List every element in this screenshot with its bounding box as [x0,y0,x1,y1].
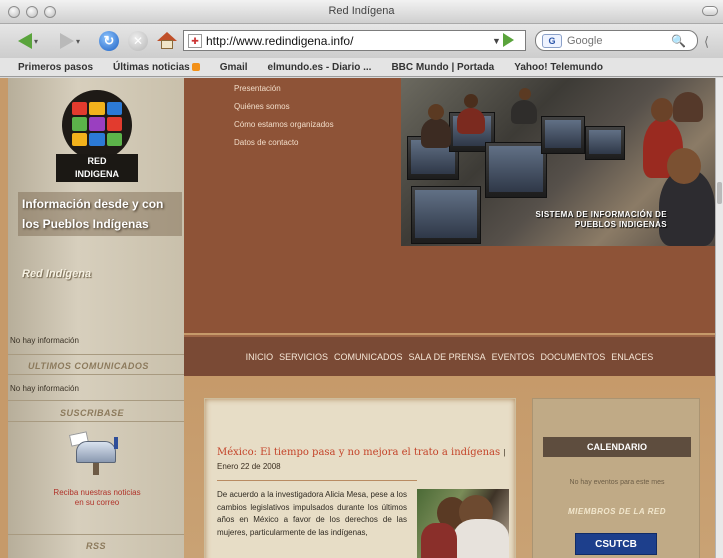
url-history-dropdown-icon[interactable]: ▼ [492,36,501,46]
calendar-heading: CALENDARIO [543,437,691,457]
person-head [519,88,531,100]
back-arrow-icon [17,33,32,49]
nav-item-documentos[interactable]: DOCUMENTOS [540,352,605,362]
back-button[interactable]: ▾ [10,31,46,51]
stop-icon: ✕ [128,31,148,51]
site-name: Red Indígena [22,268,92,280]
nav-item-sala-de-prensa[interactable]: SALA DE PRENSA [409,352,486,362]
navigation-toolbar: ▾ ▾ ↻ ✕ ✚ ▼ G 🔍 ⟨ [0,24,723,58]
person [673,92,703,122]
forward-arrow-icon [59,33,74,49]
chevron-down-icon: ▾ [33,36,38,46]
site-tagline: Información desde y con los Pueblos Indí… [18,192,182,236]
bookmarks-bar: Primeros pasos Últimas noticias Gmail el… [0,58,723,77]
search-icon[interactable]: 🔍 [671,34,686,48]
bookmark-label: Últimas noticias [113,61,190,73]
window-title: Red Indígena [328,5,395,17]
site-favicon-icon: ✚ [188,33,202,48]
no-info-text: No hay información [10,384,79,393]
banner-caption: SISTEMA DE INFORMACIÓN DE PUEBLOS INDIGE… [535,210,667,229]
logo-mosaic [72,102,122,146]
bookmark-item[interactable]: Gmail [220,62,248,73]
bookmark-item[interactable]: Últimas noticias [113,62,200,73]
bookmark-item[interactable]: Yahoo! Telemundo [514,62,603,73]
menu-item-quienes-somos[interactable]: Quiénes somos [234,102,290,111]
news-date: Enero 22 de 2008 [217,462,281,471]
divider [8,421,184,422]
search-bar[interactable]: G 🔍 [535,30,698,51]
news-photo[interactable] [417,489,509,558]
nav-item-eventos[interactable]: EVENTOS [492,352,535,362]
divider [217,480,417,481]
reload-icon: ↻ [99,31,119,51]
news-headline[interactable]: México: El tiempo pasa y no mejora el tr… [217,446,509,474]
subscribe-heading: SUSCRIBASE [60,408,125,418]
calendar-note: No hay eventos para este mes [569,479,665,486]
subscribe-link[interactable]: Reciba nuestras noticias en su correo [52,488,142,508]
person-head [667,148,701,184]
divider [8,534,184,535]
news-date-separator: | [503,448,506,457]
sidebar-toggle-icon[interactable]: ⟨ [704,34,709,50]
csutcb-logo[interactable]: CSUTCB [575,533,657,555]
google-icon[interactable]: G [542,33,562,48]
menu-item-presentacion[interactable]: Presentación [234,84,281,93]
person-head [428,104,444,120]
bookmark-item[interactable]: BBC Mundo | Portada [391,62,494,73]
header-fill-panel [401,246,715,333]
banner-photo: SISTEMA DE INFORMACIÓN DE PUEBLOS INDIGE… [401,78,715,246]
bookmark-item[interactable]: elmundo.es - Diario ... [268,62,372,73]
person [511,100,537,124]
members-heading: MIEMBROS DE LA RED [567,507,667,516]
left-sidebar: RED INDIGENA Información desde y con los… [8,78,184,558]
nav-item-inicio[interactable]: INICIO [246,352,274,362]
reload-button[interactable]: ↻ [98,31,120,51]
forward-button[interactable]: ▾ [52,31,88,51]
vertical-scrollbar[interactable] [715,78,723,558]
computer-monitor [541,116,585,154]
url-input[interactable] [206,33,486,48]
mailbox-icon[interactable] [68,431,124,475]
home-button[interactable] [156,31,178,51]
scrollbar-thumb[interactable] [717,182,722,204]
computer-monitor [485,142,547,198]
web-page: RED INDIGENA Información desde y con los… [0,78,723,558]
menu-item-contacto[interactable]: Datos de contacto [234,138,298,147]
computer-monitor [411,186,481,244]
calendar-panel: CALENDARIO No hay eventos para este mes … [532,398,700,558]
rss-heading: RSS [86,541,107,551]
rss-icon [191,62,200,71]
window-titlebar: Red Indígena [0,0,723,24]
nav-item-servicios[interactable]: SERVICIOS [279,352,328,362]
nav-item-enlaces[interactable]: ENLACES [611,352,653,362]
computer-monitor [585,126,625,160]
person [457,108,485,134]
chevron-down-icon: ▾ [75,36,80,46]
news-body: De acuerdo a la investigadora Alicia Mes… [217,490,407,537]
nav-item-comunicados[interactable]: COMUNICADOS [334,352,403,362]
menu-item-organizacion[interactable]: Cómo estamos organizados [234,120,334,129]
person-head [651,98,673,122]
toolbar-toggle-button[interactable] [702,6,718,16]
stop-button[interactable]: ✕ [127,31,149,51]
top-menu-panel: Presentación Quiénes somos Cómo estamos … [184,78,401,333]
home-icon [157,31,177,51]
divider [8,354,184,355]
news-card: México: El tiempo pasa y no mejora el tr… [204,398,516,558]
main-nav: INICIO SERVICIOS COMUNICADOS SALA DE PRE… [184,335,715,376]
no-info-text: No hay información [10,336,79,345]
bookmark-item[interactable]: Primeros pasos [18,62,93,73]
address-bar[interactable]: ✚ ▼ [183,30,526,51]
news-title[interactable]: México: El tiempo pasa y no mejora el tr… [217,447,500,458]
divider [8,374,184,375]
comunicados-heading: ULTIMOS COMUNICADOS [28,361,149,371]
red-indigena-logo[interactable]: RED INDIGENA [56,90,138,182]
go-button[interactable] [503,33,514,47]
content-area: México: El tiempo pasa y no mejora el tr… [184,376,715,558]
divider [8,400,184,401]
person [421,118,451,148]
logo-text: RED INDIGENA [56,154,138,182]
search-input[interactable] [567,34,671,47]
person-head [464,94,478,108]
